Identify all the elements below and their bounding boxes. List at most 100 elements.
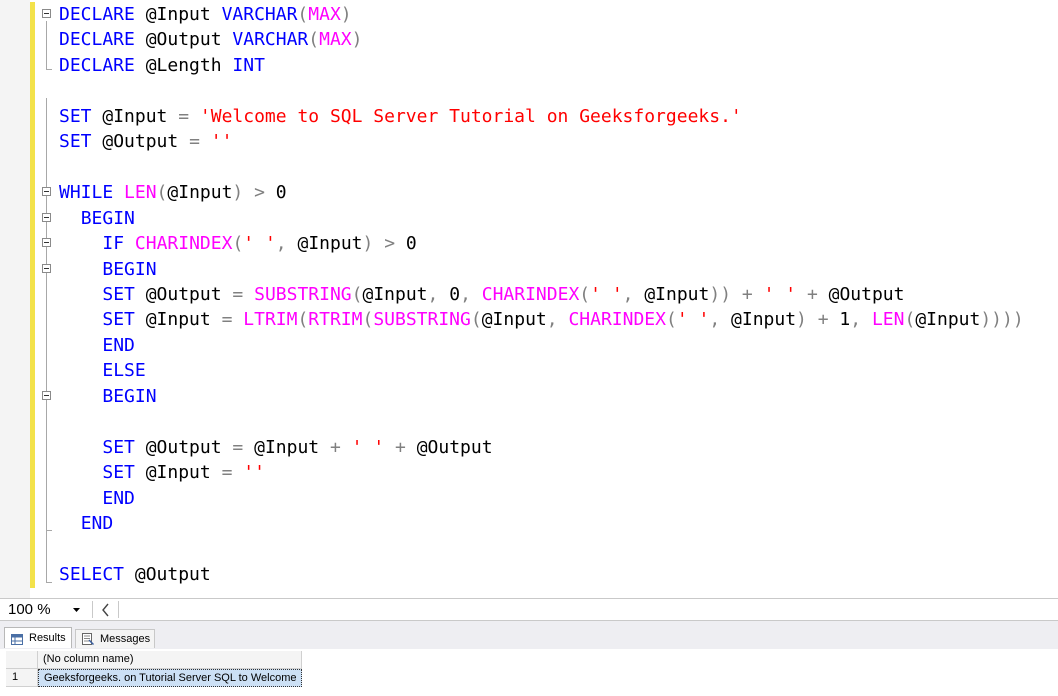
code-token: (: [351, 283, 363, 305]
code-line[interactable]: SET @Input = 'Welcome to SQL Server Tuto…: [59, 104, 742, 129]
code-token: (: [297, 309, 309, 331]
code-token: (: [232, 233, 244, 255]
code-token: IF: [102, 233, 125, 255]
scroll-left-button[interactable]: [96, 600, 116, 619]
query-editor[interactable]: DECLARE @Input VARCHAR(MAX) DECLARE @Outp…: [0, 0, 1058, 598]
code-token: 'Welcome to SQL Server Tutorial on Geeks…: [199, 105, 742, 127]
code-token: SET: [102, 436, 135, 458]
collapse-toggle-icon[interactable]: [42, 187, 51, 196]
code-token: '': [210, 131, 233, 153]
code-token: @Output: [124, 563, 211, 585]
code-line[interactable]: DECLARE @Length INT: [59, 53, 265, 78]
code-token: (: [362, 309, 374, 331]
grid-cell-selected[interactable]: Geeksforgeeks. on Tutorial Server SQL to…: [38, 669, 302, 687]
row-header[interactable]: 1: [6, 669, 38, 687]
collapse-toggle-icon[interactable]: [42, 9, 51, 18]
code-token: @Input: [633, 283, 710, 305]
code-token: (: [308, 29, 320, 51]
code-line[interactable]: SET @Output = @Input + ' ' + @Output: [59, 435, 493, 460]
tab-label: Messages: [100, 633, 151, 645]
code-token: MAX: [308, 4, 341, 25]
code-line[interactable]: SELECT @Output: [59, 562, 211, 587]
messages-icon: [82, 633, 95, 646]
code-line[interactable]: END: [59, 486, 135, 511]
code-line[interactable]: END: [59, 511, 114, 536]
code-token: ,: [709, 309, 721, 331]
code-token: BEGIN: [80, 207, 135, 229]
code-line[interactable]: BEGIN: [59, 384, 157, 409]
code-token: SUBSTRING: [373, 309, 471, 331]
code-token: CHARINDEX: [481, 283, 580, 305]
code-token: ,: [622, 283, 634, 305]
code-token: WHILE: [59, 182, 114, 204]
code-token: SUBSTRING: [254, 283, 352, 305]
code-token: )))): [980, 309, 1024, 331]
code-token: @Output: [134, 283, 233, 305]
code-token: @Input: [243, 436, 330, 458]
code-line[interactable]: WHILE LEN(@Input) > 0: [59, 180, 287, 205]
code-token: @Input: [915, 309, 981, 331]
code-token: @Output: [91, 131, 190, 153]
divider: [92, 601, 93, 618]
collapse-toggle-icon[interactable]: [42, 391, 51, 400]
code-line[interactable]: SET @Input = '': [59, 460, 265, 485]
tab-results[interactable]: Results: [4, 627, 72, 648]
outline-guide-end: [46, 530, 52, 531]
code-token: VARCHAR: [232, 29, 309, 51]
collapse-toggle-icon[interactable]: [42, 213, 51, 222]
code-token: RTRIM: [308, 309, 363, 331]
results-tabstrip: Results Messages: [0, 621, 1058, 649]
code-token: @Output: [405, 436, 493, 458]
code-token: @Input: [720, 309, 797, 331]
code-line[interactable]: SET @Input = LTRIM(RTRIM(SUBSTRING(@Inpu…: [59, 307, 1024, 332]
code-line[interactable]: DECLARE @Output VARCHAR(MAX): [59, 27, 362, 52]
code-token: +: [329, 436, 341, 458]
code-token: SET: [59, 105, 92, 127]
code-token: ' ': [243, 233, 276, 255]
code-token: (: [579, 283, 591, 305]
code-line[interactable]: END: [59, 333, 135, 358]
code-token: @Input: [167, 182, 233, 204]
code-token: 0: [264, 182, 287, 204]
code-token: =: [221, 309, 233, 331]
column-header[interactable]: (No column name): [38, 651, 302, 669]
code-line[interactable]: BEGIN: [59, 206, 135, 231]
code-line[interactable]: IF CHARINDEX(' ', @Input) > 0: [59, 231, 416, 256]
collapse-toggle-icon[interactable]: [42, 264, 51, 273]
code-line[interactable]: DECLARE @Input VARCHAR(MAX): [59, 2, 352, 27]
code-token: ,: [460, 283, 471, 305]
code-token: BEGIN: [102, 385, 157, 407]
code-line[interactable]: BEGIN: [59, 257, 156, 282]
zoom-value: 100 %: [8, 601, 51, 618]
code-line[interactable]: SET @Output = SUBSTRING(@Input, 0, CHARI…: [59, 282, 904, 307]
code-line[interactable]: ELSE: [59, 358, 146, 383]
code-token: @Input: [134, 309, 222, 331]
code-line[interactable]: SET @Output = '': [59, 129, 232, 154]
code-token: +: [806, 283, 818, 305]
zoom-dropdown[interactable]: 100 %: [2, 600, 90, 619]
code-token: ELSE: [102, 360, 146, 382]
grid-corner-header[interactable]: [6, 651, 38, 669]
code-token: (: [297, 4, 309, 25]
code-token: @Input: [286, 233, 363, 255]
tab-messages[interactable]: Messages: [75, 629, 155, 648]
code-token: SET: [59, 131, 92, 153]
code-token: (: [904, 309, 916, 331]
collapse-toggle-icon[interactable]: [42, 238, 51, 247]
